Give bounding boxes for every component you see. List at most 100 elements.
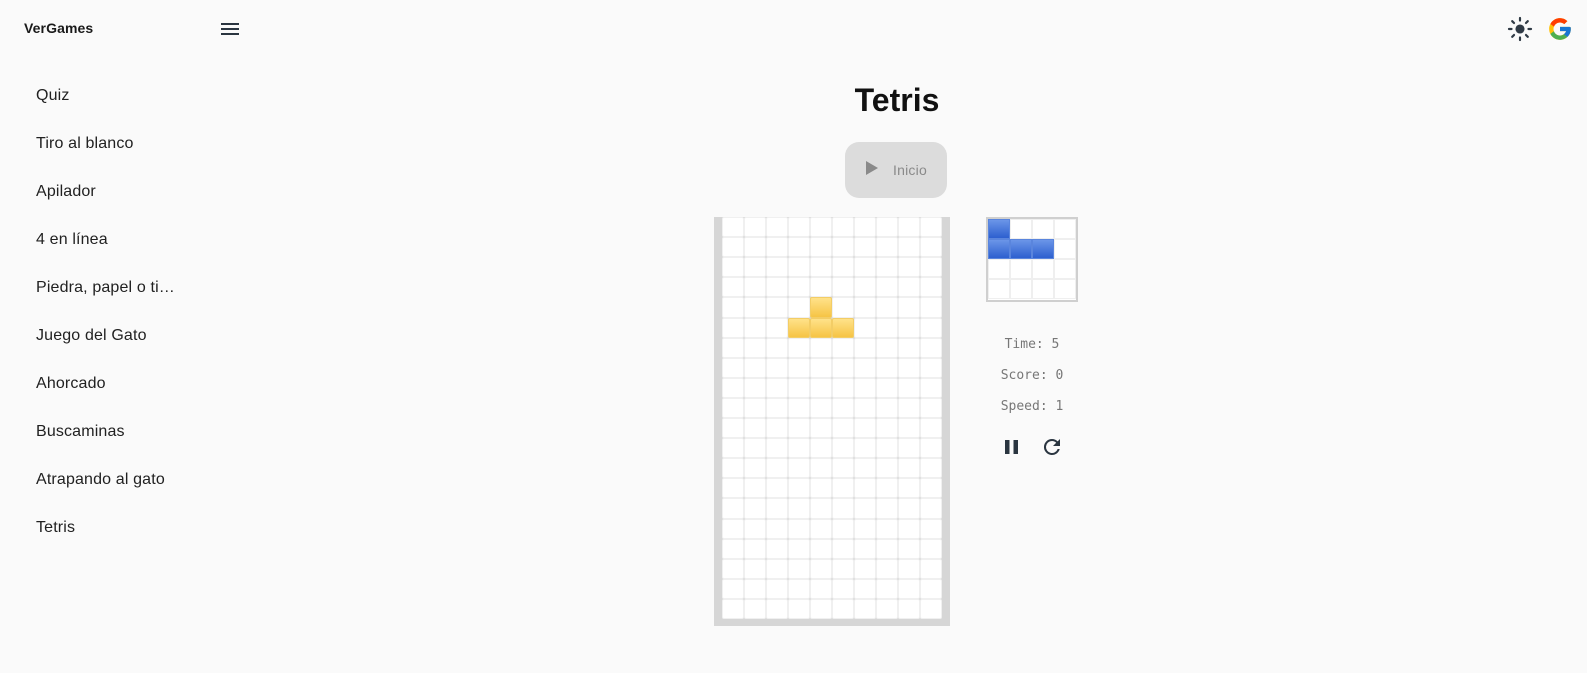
empty-cell (766, 498, 788, 519)
empty-cell (898, 498, 920, 519)
empty-cell (898, 558, 920, 579)
empty-cell (788, 277, 810, 298)
empty-cell (898, 277, 920, 298)
empty-cell (766, 478, 788, 499)
empty-cell (832, 237, 854, 258)
empty-cell (810, 578, 832, 599)
empty-cell (898, 538, 920, 559)
empty-cell (744, 598, 766, 619)
empty-cell (876, 558, 898, 579)
empty-cell (722, 397, 744, 418)
empty-cell (766, 578, 788, 599)
empty-cell (876, 498, 898, 519)
google-icon[interactable] (1547, 16, 1573, 42)
empty-cell (810, 458, 832, 479)
empty-cell (766, 217, 788, 238)
empty-cell (898, 438, 920, 459)
empty-cell (876, 297, 898, 318)
next-piece-preview (986, 217, 1078, 302)
empty-cell (988, 259, 1010, 279)
empty-cell (1054, 219, 1076, 239)
pause-icon[interactable] (1001, 435, 1023, 459)
empty-cell (766, 237, 788, 258)
empty-cell (788, 598, 810, 619)
sidebar-item-piedra-papel-tijeras[interactable]: Piedra, papel o tijeras (0, 264, 240, 312)
time-readout: Time: 5 (1004, 337, 1060, 352)
empty-cell (988, 279, 1010, 299)
empty-cell (744, 257, 766, 278)
filled-block (810, 317, 832, 338)
empty-cell (854, 578, 876, 599)
empty-cell (876, 598, 898, 619)
empty-cell (810, 518, 832, 539)
empty-cell (766, 277, 788, 298)
brand-title[interactable]: VerGames (24, 20, 93, 36)
sidebar-item-tetris[interactable]: Tetris (0, 504, 240, 552)
empty-cell (788, 518, 810, 539)
empty-cell (722, 458, 744, 479)
empty-cell (832, 277, 854, 298)
empty-cell (920, 217, 942, 238)
empty-cell (854, 397, 876, 418)
empty-cell (920, 518, 942, 539)
filled-block (988, 219, 1010, 239)
hamburger-menu-icon[interactable] (218, 17, 242, 41)
empty-cell (766, 418, 788, 439)
start-button-label: Inicio (893, 162, 927, 178)
empty-cell (788, 438, 810, 459)
empty-cell (854, 598, 876, 619)
empty-cell (810, 558, 832, 579)
empty-cell (810, 337, 832, 358)
empty-cell (788, 578, 810, 599)
sidebar-item-label: Atrapando al gato (36, 471, 165, 488)
empty-cell (832, 418, 854, 439)
empty-cell (898, 357, 920, 378)
empty-cell (766, 438, 788, 459)
sidebar-item-apilador[interactable]: Apilador (0, 168, 240, 216)
empty-cell (898, 578, 920, 599)
empty-cell (788, 478, 810, 499)
sidebar-item-tiro-al-blanco[interactable]: Tiro al blanco (0, 120, 240, 168)
empty-cell (744, 397, 766, 418)
empty-cell (876, 377, 898, 398)
sidebar-nav: Quiz Tiro al blanco Apilador 4 en línea … (0, 72, 240, 552)
empty-cell (810, 438, 832, 459)
sidebar-item-ahorcado[interactable]: Ahorcado (0, 360, 240, 408)
empty-cell (920, 377, 942, 398)
empty-cell (832, 397, 854, 418)
sidebar-item-4-en-linea[interactable]: 4 en línea (0, 216, 240, 264)
empty-cell (766, 257, 788, 278)
sidebar-item-atrapando-al-gato[interactable]: Atrapando al gato (0, 456, 240, 504)
empty-cell (854, 217, 876, 238)
empty-cell (722, 357, 744, 378)
empty-cell (810, 377, 832, 398)
empty-cell (854, 418, 876, 439)
empty-cell (832, 377, 854, 398)
empty-cell (722, 297, 744, 318)
empty-cell (832, 337, 854, 358)
empty-cell (722, 538, 744, 559)
empty-cell (920, 418, 942, 439)
empty-cell (854, 297, 876, 318)
empty-cell (854, 257, 876, 278)
empty-cell (744, 498, 766, 519)
start-button[interactable]: Inicio (845, 142, 947, 198)
sun-icon[interactable] (1507, 16, 1533, 42)
filled-block (788, 317, 810, 338)
empty-cell (766, 317, 788, 338)
restart-icon[interactable] (1040, 435, 1064, 459)
tetris-board[interactable] (714, 217, 950, 626)
empty-cell (876, 478, 898, 499)
empty-cell (722, 518, 744, 539)
empty-cell (810, 598, 832, 619)
sidebar-item-label: Piedra, papel o tijeras (36, 279, 178, 296)
sidebar-item-buscaminas[interactable]: Buscaminas (0, 408, 240, 456)
empty-cell (920, 498, 942, 519)
sidebar-item-label: Tetris (36, 519, 76, 536)
empty-cell (722, 478, 744, 499)
empty-cell (898, 297, 920, 318)
empty-cell (832, 578, 854, 599)
empty-cell (722, 558, 744, 579)
sidebar-item-juego-del-gato[interactable]: Juego del Gato (0, 312, 240, 360)
empty-cell (766, 598, 788, 619)
